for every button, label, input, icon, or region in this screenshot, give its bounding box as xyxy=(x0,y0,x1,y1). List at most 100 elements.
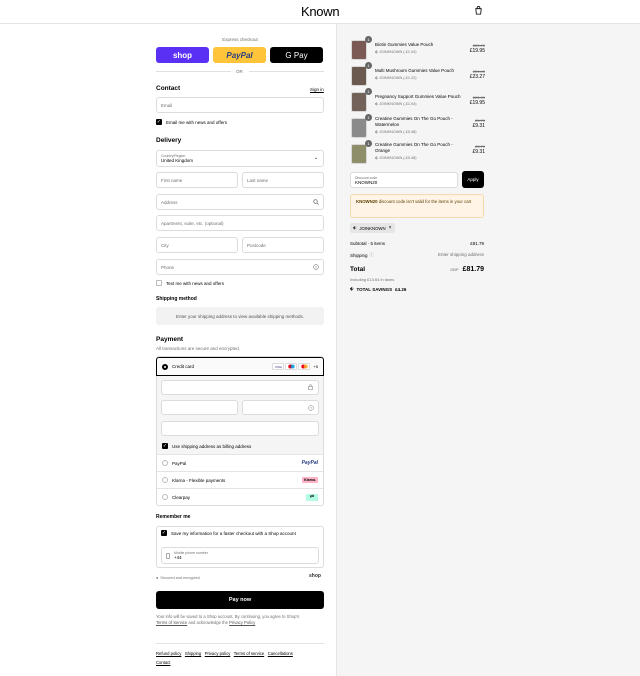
terms-link[interactable]: Terms of Service xyxy=(156,620,187,625)
list-item: 1 Biotin Gummies Value Pouch ⬖ JOINKNOWN… xyxy=(350,36,485,60)
legal-and: and acknowledge the xyxy=(188,620,228,625)
postcode-field[interactable]: Postcode xyxy=(242,237,324,253)
apartment-field[interactable]: Apartment, suite, etc. (optional) xyxy=(156,215,324,231)
shipping-method-heading: Shipping method xyxy=(156,296,197,302)
address-field[interactable]: Address xyxy=(156,194,324,210)
billing-same-label: Use shipping address as billing address xyxy=(172,443,252,449)
discount-tag: ⬖ JOINKNOWN (-£1.22) xyxy=(375,76,417,80)
or-divider: OR xyxy=(156,69,324,74)
svg-text:?: ? xyxy=(310,406,312,410)
last-name-field[interactable]: Last name xyxy=(242,172,324,188)
footer-divider xyxy=(156,643,324,644)
card-number-field[interactable] xyxy=(161,380,319,395)
quantity-badge: 1 xyxy=(365,36,372,43)
shopping-bag-icon[interactable] xyxy=(474,6,483,15)
apartment-placeholder: Apartment, suite, etc. (optional) xyxy=(161,220,224,226)
remember-me-heading: Remember me xyxy=(156,514,191,520)
name-on-card-field[interactable] xyxy=(161,421,319,436)
applied-discount-chip: ⬖ JOINKNOWN × xyxy=(350,223,395,233)
help-icon[interactable]: ? xyxy=(313,264,319,270)
lock-icon: ● xyxy=(156,575,159,580)
privacy-policy-link[interactable]: Privacy policy xyxy=(205,651,231,656)
pay-now-button[interactable]: Pay now xyxy=(156,591,324,609)
klarna-option[interactable]: Klarna - Flexible payments Klarna. xyxy=(157,472,323,489)
currency-code: GBP xyxy=(450,267,459,272)
shop-logo: shop xyxy=(309,573,321,579)
visa-icon: VISA xyxy=(272,363,285,370)
refund-policy-link[interactable]: Refund policy xyxy=(156,651,181,656)
svg-text:?: ? xyxy=(315,265,317,269)
apply-discount-button[interactable]: Apply xyxy=(462,171,484,188)
save-info-checkbox[interactable]: ✓ xyxy=(161,530,167,536)
contact-link[interactable]: Contact xyxy=(156,660,170,665)
product-name: Biotin Gummies Value Pouch xyxy=(375,42,434,47)
info-icon[interactable]: ⓘ xyxy=(370,252,374,258)
remove-discount-icon[interactable]: × xyxy=(389,225,392,231)
applied-code: JOINKNOWN xyxy=(359,225,386,231)
first-name-field[interactable]: First name xyxy=(156,172,238,188)
clearpay-option[interactable]: Clearpay ⇄ xyxy=(157,489,323,505)
paypal-button[interactable]: PayPal xyxy=(213,47,266,63)
shipping-link[interactable]: Shipping xyxy=(185,651,201,656)
discount-code-value: KNOWN20 xyxy=(355,179,378,185)
billing-same-checkbox[interactable]: ✓ xyxy=(162,443,168,449)
discount-tag: ⬖ JOINKNOWN (-£0.48) xyxy=(375,130,417,134)
chevron-down-icon: ⌄ xyxy=(314,155,319,161)
paypal-radio[interactable] xyxy=(162,460,168,466)
savings-tag-icon: ⬖ xyxy=(350,286,354,291)
quantity-badge: 1 xyxy=(365,62,372,69)
list-item: 1 Creatine Gummies On The Go Pouch - Ora… xyxy=(350,140,485,164)
discount-code-input[interactable]: Discount code KNOWN20 xyxy=(350,172,458,188)
cart-items: 1 Biotin Gummies Value Pouch ⬖ JOINKNOWN… xyxy=(350,36,485,168)
payment-heading: Payment xyxy=(156,336,184,343)
legal-intro: Your info will be saved to a Shop accoun… xyxy=(156,614,300,619)
klarna-radio[interactable] xyxy=(162,477,168,483)
text-offers-checkbox[interactable] xyxy=(156,280,162,286)
newsletter-checkbox[interactable]: ✓ xyxy=(156,119,162,125)
email-field[interactable]: Email xyxy=(156,97,324,113)
terms-of-service-link[interactable]: Terms of service xyxy=(234,651,264,656)
product-image xyxy=(351,118,367,138)
item-price: £19.95 xyxy=(469,100,485,106)
paypal-logo: PayPal xyxy=(301,460,318,466)
item-price: £9.31 xyxy=(472,123,485,129)
shop-pay-button[interactable]: shop xyxy=(156,47,209,63)
clearpay-radio[interactable] xyxy=(162,494,168,500)
quantity-badge: 1 xyxy=(365,88,372,95)
search-icon xyxy=(313,199,319,205)
total-label: Total xyxy=(350,266,366,273)
help-icon[interactable]: ? xyxy=(308,405,314,411)
product-name: Creatine Gummies On The Go Pouch - Water… xyxy=(375,116,453,127)
total-savings-value: £4.26 xyxy=(395,286,407,292)
google-pay-button[interactable]: G Pay xyxy=(270,47,323,63)
phone-field[interactable]: Phone xyxy=(156,259,324,275)
list-item: 1 Multi Mushroom Gummies Value Pouch ⬖ J… xyxy=(350,62,485,86)
newsletter-label: Email me with news and offers xyxy=(166,119,227,125)
mobile-phone-icon xyxy=(166,552,170,559)
tag-icon: ⬖ xyxy=(353,225,357,230)
mobile-phone-field[interactable]: Mobile phone number +44 xyxy=(161,547,319,564)
subtotal-value: £81.79 xyxy=(470,241,484,246)
delivery-heading: Delivery xyxy=(156,137,182,144)
product-name: Creatine Gummies On The Go Pouch - Orang… xyxy=(375,142,453,153)
shipping-value: Enter shipping address xyxy=(437,252,484,257)
taxes-note: Including £13.64 in taxes xyxy=(350,277,395,282)
city-field[interactable]: City xyxy=(156,237,238,253)
credit-card-radio[interactable] xyxy=(162,363,168,370)
footer-links: Refund policy Shipping Privacy policy Te… xyxy=(156,649,324,667)
credit-card-option[interactable]: Credit card VISA +5 xyxy=(156,357,324,376)
cancellations-link[interactable]: Cancellations xyxy=(268,651,293,656)
privacy-link[interactable]: Privacy Policy xyxy=(229,620,255,625)
sign-in-link[interactable]: Sign in xyxy=(310,87,324,92)
product-image xyxy=(351,40,367,60)
subtotal-label: Subtotal · 5 items xyxy=(350,241,386,246)
postcode-placeholder: Postcode xyxy=(247,242,266,248)
last-name-placeholder: Last name xyxy=(247,177,269,183)
store-logo[interactable]: Known xyxy=(301,4,340,19)
quantity-badge: 1 xyxy=(365,140,372,147)
country-select[interactable]: Country/Region United Kingdom xyxy=(156,150,324,167)
expiry-field[interactable] xyxy=(161,400,238,415)
product-image xyxy=(351,66,367,86)
paypal-option[interactable]: PayPal PayPal xyxy=(157,455,323,472)
first-name-placeholder: First name xyxy=(161,177,183,183)
